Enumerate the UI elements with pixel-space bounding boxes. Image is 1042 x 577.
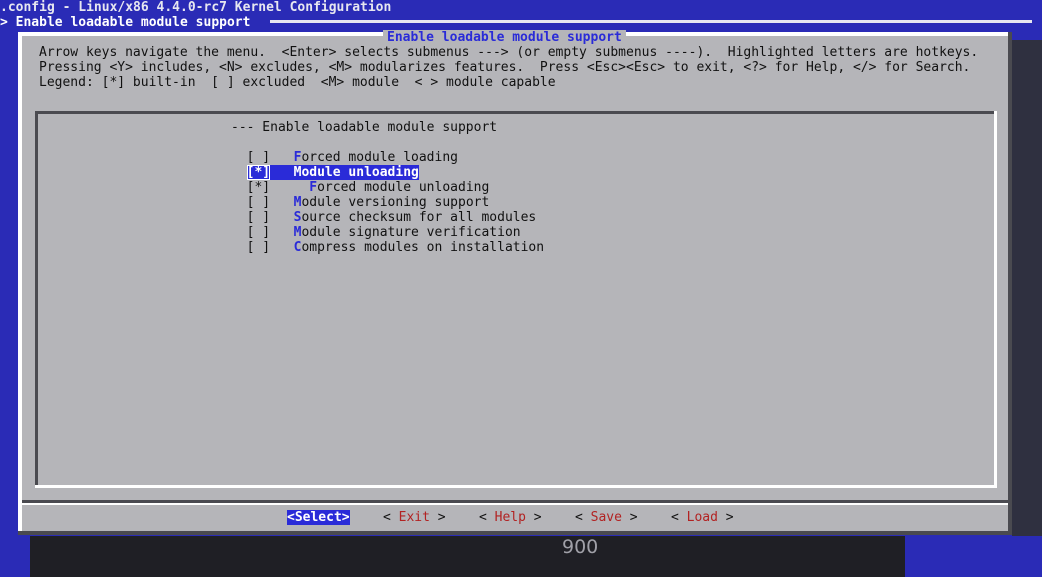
help-line: Legend: [*] built-in [ ] excluded <M> mo… [39,75,556,90]
dialog-title: Enable loadable module support [383,30,626,45]
help-line: Arrow keys navigate the menu. <Enter> se… [39,45,979,60]
dialog-border [1008,32,1012,535]
menu-item-module-unloading[interactable]: [*] Module unloading [231,150,419,180]
menu-item-module-versioning-support[interactable]: [ ] Module versioning support [231,180,490,210]
load-button[interactable]: < Load > [671,510,734,525]
help-line: Pressing <Y> includes, <N> excludes, <M>… [39,60,971,75]
background-peek-text: 900 [562,536,599,558]
help-text: Arrow keys navigate the menu. <Enter> se… [39,45,978,90]
window-title: .config - Linux/x86 4.4.0-rc7 Kernel Con… [0,0,392,15]
button-bracket: < [479,510,495,525]
button-bracket: > [429,510,446,525]
button-bracket: < [287,510,295,525]
menu-item-source-checksum[interactable]: [ ] Source checksum for all modules [231,195,537,225]
save-button[interactable]: < Save > [575,510,638,525]
button-label: ave [598,510,622,525]
menu-list-border [35,111,997,114]
button-bracket: > [717,510,734,525]
background-window [30,536,905,577]
item-label: ompress modules on installation [301,240,545,255]
button-label: elect [302,510,342,525]
button-bracket: > [525,510,542,525]
menu-item-module-signature-verification[interactable]: [ ] Module signature verification [231,210,521,240]
menu-header: --- Enable loadable module support [231,120,498,135]
breadcrumb: > Enable loadable module support [0,15,251,30]
select-button[interactable]: <Select> [287,510,350,525]
button-label: elp [502,510,526,525]
menu-item-compress-modules[interactable]: [ ] Compress modules on installation [231,225,544,255]
breadcrumb-rule [270,20,1032,23]
button-bracket: < [383,510,399,525]
dialog-border [18,32,22,535]
checkbox-state[interactable]: [ ] [247,240,270,255]
menu-item-forced-module-unloading[interactable]: [*] Forced module unloading [231,165,490,195]
button-separator [22,503,1008,505]
button-bracket: < [671,510,687,525]
menu-dialog [18,32,1012,535]
menu-item-forced-module-loading[interactable]: [ ] Forced module loading [231,135,458,165]
button-bracket: > [341,510,350,525]
help-button[interactable]: < Help > [479,510,542,525]
menu-list-border [35,111,38,488]
hotkey: S [294,510,303,525]
background-window [1012,40,1042,540]
exit-button[interactable]: < Exit > [383,510,446,525]
menu-list-border [35,485,997,488]
menu-list-border [994,111,997,488]
button-bracket: < [575,510,591,525]
background-strip [905,536,1042,577]
button-bracket: > [621,510,638,525]
button-label: oad [694,510,718,525]
dialog-border [18,531,1012,535]
button-label: xit [406,510,430,525]
